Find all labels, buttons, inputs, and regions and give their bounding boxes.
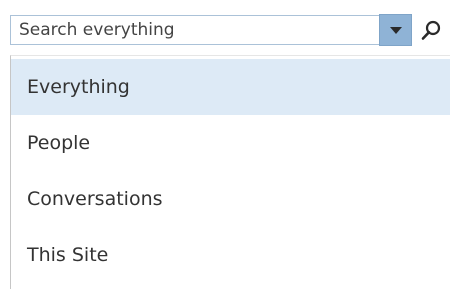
search-icon <box>421 20 441 40</box>
scope-option-label: Conversations <box>27 188 163 210</box>
scope-option-this-site[interactable]: This Site <box>11 227 450 283</box>
scope-option-label: Everything <box>27 76 130 98</box>
scope-option-label: This Site <box>27 244 109 266</box>
search-button[interactable] <box>415 14 448 46</box>
search-scope-dropdown-button[interactable] <box>379 14 412 46</box>
search-input-wrapper <box>10 15 379 45</box>
search-input[interactable] <box>11 16 379 44</box>
scope-option-everything[interactable]: Everything <box>11 59 450 115</box>
scope-option-label: People <box>27 132 91 154</box>
chevron-down-icon <box>390 27 402 34</box>
scope-option-people[interactable]: People <box>11 115 450 171</box>
search-scope-menu: Everything People Conversations This Sit… <box>10 55 450 289</box>
scope-option-conversations[interactable]: Conversations <box>11 171 450 227</box>
search-bar <box>10 9 450 47</box>
